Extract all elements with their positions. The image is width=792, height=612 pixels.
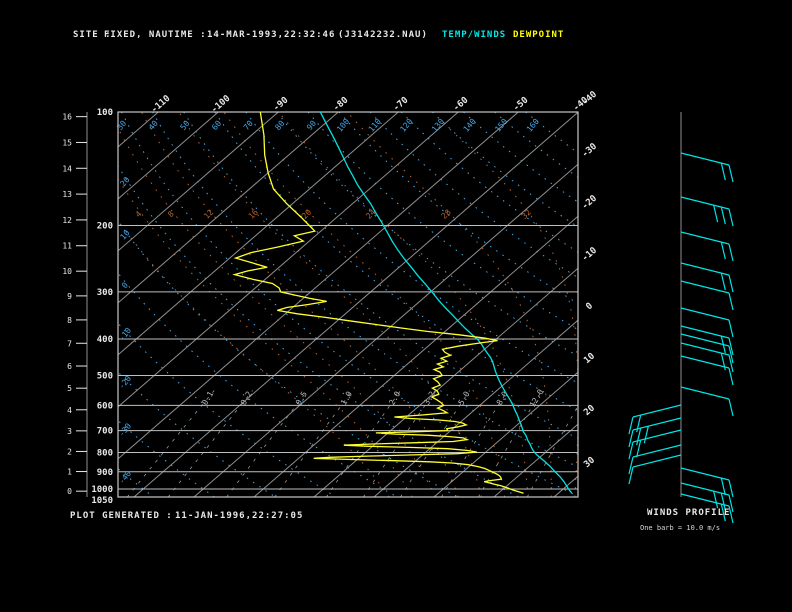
svg-text:24: 24 [364, 208, 377, 221]
pressure-gridlines [118, 112, 578, 497]
svg-text:600: 600 [97, 401, 113, 411]
svg-text:-90: -90 [272, 95, 291, 113]
svg-text:1.0: 1.0 [339, 390, 354, 407]
svg-text:5.0: 5.0 [457, 390, 472, 407]
svg-text:900: 900 [97, 468, 113, 478]
plot-interior [118, 112, 578, 497]
svg-text:500: 500 [97, 372, 113, 382]
svg-text:0: 0 [67, 487, 72, 496]
svg-text:1050: 1050 [91, 496, 113, 506]
svg-text:400: 400 [97, 335, 113, 345]
svg-text:700: 700 [97, 427, 113, 437]
pressure-axis: 100 200 300 400 500 600 700 800 900 10001050 [91, 108, 113, 506]
svg-text:-70: -70 [392, 95, 411, 113]
svg-text:7: 7 [67, 339, 72, 348]
svg-text:80: 80 [273, 119, 286, 132]
svg-text:20: 20 [582, 403, 597, 418]
svg-text:130: 130 [430, 117, 446, 134]
isotherms [118, 112, 578, 497]
svg-text:0.2: 0.2 [239, 390, 254, 407]
svg-text:-50: -50 [512, 95, 531, 113]
svg-text:10: 10 [119, 228, 132, 241]
right-temperature-labels: -40-30-20-100102030 [580, 90, 599, 470]
svg-text:50: 50 [178, 119, 191, 132]
svg-text:0: 0 [584, 301, 595, 312]
svg-text:60: 60 [210, 119, 223, 132]
svg-text:-60: -60 [452, 95, 471, 113]
winds-profile [628, 112, 734, 524]
svg-text:15: 15 [62, 138, 72, 147]
svg-text:8: 8 [67, 316, 72, 325]
dry-adiabats [118, 112, 578, 497]
svg-text:150: 150 [493, 117, 509, 134]
svg-text:8.0: 8.0 [495, 390, 510, 407]
svg-text:800: 800 [97, 448, 113, 458]
svg-text:160: 160 [525, 117, 541, 134]
svg-text:1: 1 [67, 468, 72, 477]
svg-text:-80: -80 [332, 95, 351, 113]
svg-text:-20: -20 [580, 194, 599, 212]
svg-text:13: 13 [62, 190, 72, 199]
svg-text:120: 120 [398, 117, 414, 134]
svg-text:14: 14 [62, 164, 72, 173]
svg-text:16: 16 [247, 208, 260, 221]
svg-text:32: 32 [520, 208, 533, 221]
svg-text:100: 100 [97, 108, 113, 118]
svg-text:1000: 1000 [91, 485, 113, 495]
dewpoint-curve [232, 112, 524, 494]
svg-text:90: 90 [305, 119, 318, 132]
svg-text:110: 110 [367, 117, 383, 134]
svg-text:-10: -10 [117, 326, 133, 343]
svg-text:10: 10 [62, 267, 72, 276]
svg-text:4: 4 [134, 209, 144, 219]
plot-frame [117, 111, 579, 498]
svg-text:-30: -30 [580, 142, 599, 160]
svg-text:28: 28 [440, 208, 453, 221]
svg-text:4: 4 [67, 406, 72, 415]
svg-text:30: 30 [582, 455, 597, 470]
svg-text:9: 9 [67, 292, 72, 301]
sounding-curves [232, 112, 573, 494]
winds-profile-title: WINDS PROFILE [647, 508, 731, 518]
svg-text:-30: -30 [117, 421, 133, 438]
skewt-sounding-screen: { "header": { "site_label": "SITE :", "s… [0, 0, 792, 612]
svg-text:2: 2 [67, 447, 72, 456]
svg-text:-10: -10 [580, 246, 599, 264]
svg-text:12: 12 [62, 216, 72, 225]
svg-text:5: 5 [67, 384, 72, 393]
svg-text:30: 30 [115, 119, 128, 132]
winds-profile-legend: One barb = 10.0 m/s [640, 524, 721, 532]
svg-text:100: 100 [335, 117, 351, 134]
svg-text:140: 140 [462, 117, 478, 134]
plot-generated-label: PLOT GENERATED : [70, 511, 173, 521]
svg-text:12: 12 [202, 208, 215, 221]
svg-text:2.0: 2.0 [387, 390, 402, 407]
svg-text:0: 0 [120, 281, 130, 291]
svg-text:200: 200 [97, 221, 113, 231]
svg-text:-20: -20 [117, 374, 133, 391]
height-axis: 012345678910111213141516 [62, 112, 88, 497]
plot-generated-value: 11-JAN-1996,22:27:05 [175, 511, 304, 521]
svg-text:11: 11 [62, 242, 72, 251]
svg-text:70: 70 [242, 119, 255, 132]
svg-text:8: 8 [166, 209, 176, 219]
svg-text:6: 6 [67, 362, 72, 371]
svg-text:0.5: 0.5 [294, 390, 309, 407]
svg-text:3: 3 [67, 427, 72, 436]
svg-text:20: 20 [119, 175, 132, 188]
svg-text:300: 300 [97, 288, 113, 298]
svg-text:16: 16 [62, 113, 72, 122]
svg-text:10: 10 [582, 351, 597, 366]
